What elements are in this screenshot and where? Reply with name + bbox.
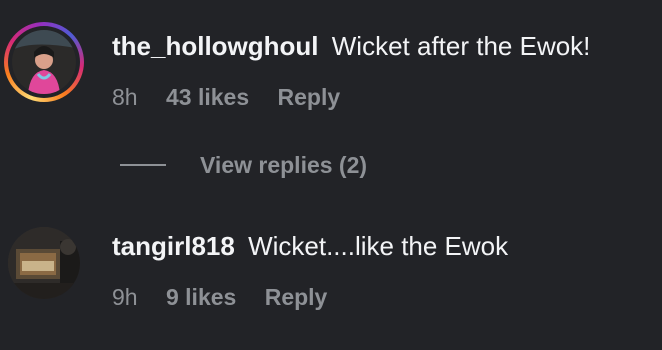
likes-count-button[interactable]: 43 likes [166,83,249,111]
avatar[interactable] [4,22,84,102]
comment-meta: 9h 9 likes Reply [112,283,349,311]
comment-text: Wicket after the Ewok! [331,31,591,61]
comments-list: the_hollowghoul Wicket after the Ewok! 8… [0,0,662,350]
comment-text: Wicket....like the Ewok [248,231,509,261]
reply-button[interactable]: Reply [265,283,328,311]
reply-button[interactable]: Reply [278,83,341,111]
view-replies-dash [120,164,166,166]
view-replies-button[interactable]: View replies (2) [120,150,367,180]
view-replies-label: View replies (2) [200,151,368,178]
avatar[interactable] [8,227,80,299]
comment-line: tangirl818 Wicket....like the Ewok [112,230,508,262]
avatar-image [8,227,80,299]
likes-count-button[interactable]: 9 likes [166,283,236,311]
username-link[interactable]: tangirl818 [112,231,235,261]
timestamp[interactable]: 8h [112,83,138,111]
comment-meta: 8h 43 likes Reply [112,83,362,111]
timestamp[interactable]: 9h [112,283,138,311]
username-link[interactable]: the_hollowghoul [112,31,319,61]
avatar-image [12,30,76,94]
comment-line: the_hollowghoul Wicket after the Ewok! [112,30,590,62]
